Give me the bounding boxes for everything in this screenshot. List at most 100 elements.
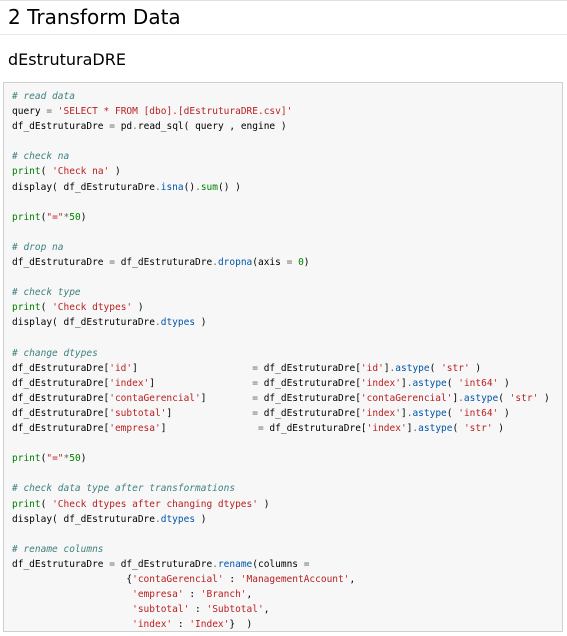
code-token-plain: : — [172, 619, 190, 631]
code-token-string: 'index' — [132, 619, 173, 631]
code-line: # rename columns — [12, 542, 558, 557]
code-token-plain: df_dEstruturaDre[ — [257, 362, 361, 374]
code-token-plain: ( — [446, 377, 459, 389]
code-token-plain: ( — [452, 423, 464, 435]
code-token-string: "=" — [46, 211, 64, 223]
code-token-attr: astype — [463, 392, 499, 404]
title-divider — [0, 34, 567, 35]
top-divider — [0, 0, 567, 1]
code-token-string: 'str' — [441, 362, 470, 374]
code-token-string: 'contaGerencial' — [109, 392, 201, 404]
code-token-plain: : — [189, 604, 207, 616]
code-token-string: 'int64' — [458, 407, 499, 419]
code-token-attr: dtypes — [160, 317, 196, 329]
code-token-string: 'index' — [109, 377, 150, 389]
code-token-plain: ) — [492, 423, 504, 435]
code-line: df_dEstruturaDre['id'] = df_dEstruturaDr… — [12, 361, 558, 376]
code-token-plain: read_sql( query , engine ) — [137, 121, 287, 133]
code-token-attr: astype — [412, 377, 447, 389]
code-line: display( df_dEstruturaDre.dtypes ) — [12, 315, 558, 330]
code-line: {'contaGerencial' : 'ManagementAccount', — [12, 572, 558, 587]
code-token-string: 'int64' — [458, 377, 499, 389]
code-token-plain: ) — [109, 166, 121, 178]
code-token-attr: isna — [160, 181, 184, 193]
code-token-builtin: print — [12, 453, 41, 465]
code-token-plain: query — [12, 106, 47, 118]
code-token-plain: ( — [429, 362, 442, 374]
code-line: print( 'Check dtypes' ) — [12, 300, 558, 315]
code-editor[interactable]: # read data query = 'SELECT * FROM [dbo].… — [12, 89, 558, 631]
code-token-attr: astype — [418, 423, 453, 435]
code-token-attr: rename — [217, 558, 253, 570]
code-token-attr: astype — [412, 407, 447, 419]
code-token-plain: df_dEstruturaDre — [12, 558, 110, 570]
code-token-plain: df_dEstruturaDre[ — [257, 407, 361, 419]
code-token-string: 'empresa' — [132, 589, 184, 601]
code-token-string: 'SELECT * FROM [dbo].[dEstruturaDRE.csv]… — [57, 106, 293, 118]
code-token-plain: ) — [498, 377, 510, 389]
code-token-plain: ) — [80, 453, 87, 465]
code-line: query = 'SELECT * FROM [dbo].[dEstrutura… — [12, 104, 558, 119]
code-token-plain: df_dEstruturaDre — [12, 121, 110, 133]
code-token-plain: ] — [149, 377, 253, 389]
code-token-plain: ( — [446, 407, 459, 419]
code-token-plain: (axis — [252, 257, 287, 269]
code-cell[interactable]: # read data query = 'SELECT * FROM [dbo].… — [3, 82, 563, 632]
code-token-plain: df_dEstruturaDre[ — [257, 377, 361, 389]
code-token-plain: ( — [498, 392, 510, 404]
code-token-plain: ) — [257, 498, 270, 510]
code-token-op: = — [303, 558, 310, 570]
code-line: df_dEstruturaDre['index'] = df_dEstrutur… — [12, 376, 558, 391]
code-token-string: 'contaGerencial' — [360, 392, 453, 404]
code-token-string: 'ManagementAccount' — [240, 574, 350, 585]
code-token-string: 'subtotal' — [109, 407, 167, 419]
code-line: df_dEstruturaDre = pd.read_sql( query , … — [12, 119, 558, 134]
code-line: display( df_dEstruturaDre.dtypes ) — [12, 512, 558, 527]
code-token-number: 50 — [69, 453, 81, 465]
code-token-string: 'Branch' — [200, 589, 247, 601]
code-line: df_dEstruturaDre['subtotal'] = df_dEstru… — [12, 406, 558, 421]
code-token-comment: # check type — [12, 287, 81, 299]
code-token-builtin: print — [12, 302, 41, 314]
code-line: 'index' : 'Index'} ) — [12, 617, 558, 631]
section-title: dEstruturaDRE — [8, 50, 126, 69]
code-token-string: 'subtotal' — [132, 604, 190, 616]
code-token-plain: ] — [166, 407, 253, 419]
code-line: # read data — [12, 89, 558, 104]
code-line: df_dEstruturaDre = df_dEstruturaDre.rena… — [12, 557, 558, 572]
code-line: print( 'Check na' ) — [12, 164, 558, 179]
code-line: df_dEstruturaDre['empresa'] = df_dEstrut… — [12, 421, 558, 436]
code-token-plain: df_dEstruturaDre[ — [12, 392, 110, 404]
code-token-attr: dropna — [217, 257, 253, 269]
code-token-plain: ) — [195, 317, 207, 329]
code-token-plain: df_dEstruturaDre — [12, 257, 110, 269]
code-token-string: 'contaGerencial' — [132, 574, 224, 585]
code-token-string: 'id' — [360, 362, 384, 374]
code-token-plain: () ) — [217, 181, 241, 193]
code-token-string: "=" — [46, 453, 64, 465]
code-token-plain: ) — [132, 302, 144, 314]
code-token-builtin: print — [12, 166, 41, 178]
code-token-plain: ) — [498, 407, 510, 419]
code-token-plain: df_dEstruturaDre — [114, 558, 213, 570]
code-line: df_dEstruturaDre = df_dEstruturaDre.drop… — [12, 255, 558, 270]
code-line: 'subtotal' : 'Subtotal', — [12, 602, 558, 617]
code-token-plain: ] — [160, 423, 258, 435]
code-token-plain: df_dEstruturaDre[ — [12, 423, 110, 435]
code-line: print("="*50) — [12, 210, 558, 225]
code-token-plain: { — [12, 574, 133, 585]
code-token-plain: ) — [80, 211, 87, 223]
code-token-string: 'empresa' — [109, 423, 161, 435]
code-token-string: 'id' — [109, 362, 133, 374]
code-token-comment: # change dtypes — [12, 347, 98, 359]
code-token-attr: dtypes — [160, 513, 196, 525]
code-line: print("="*50) — [12, 451, 558, 466]
code-line: # change dtypes — [12, 346, 558, 361]
